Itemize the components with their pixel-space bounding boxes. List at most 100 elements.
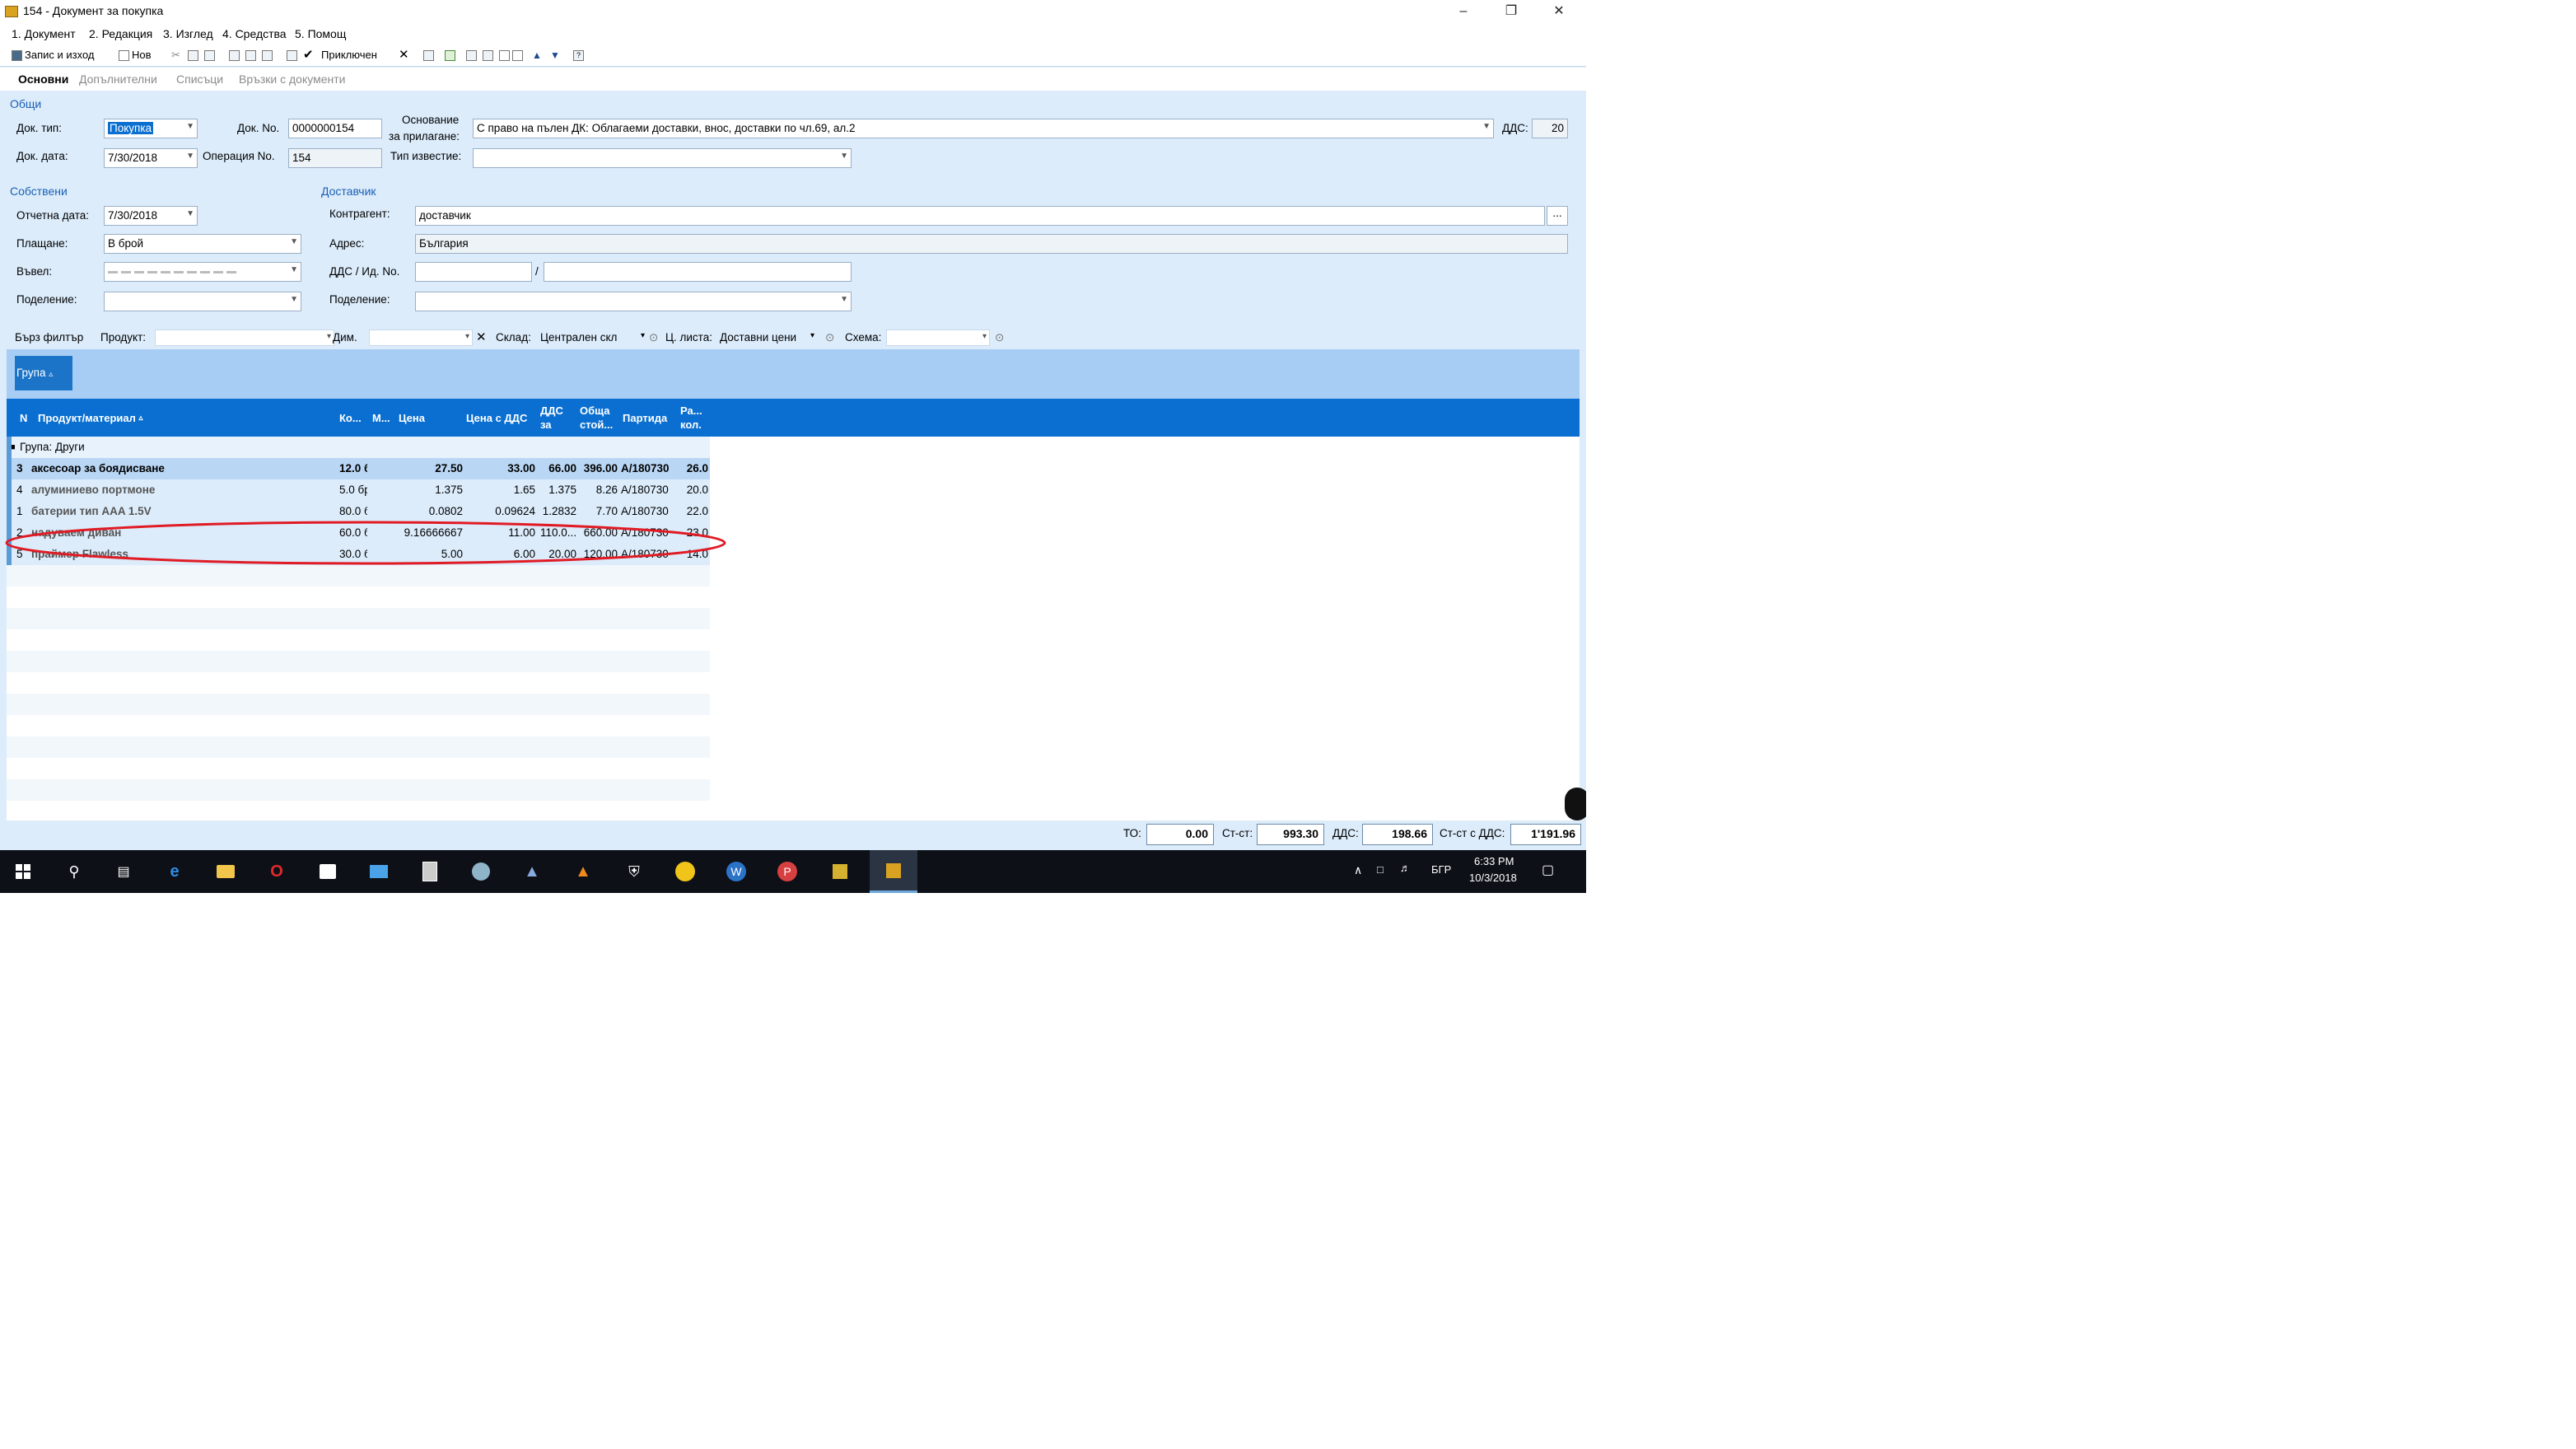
- page2-icon[interactable]: [512, 50, 523, 61]
- col-remaining[interactable]: Ра... кол.: [680, 399, 708, 437]
- pin-icon[interactable]: ⊙: [995, 331, 1004, 344]
- report-date-field[interactable]: 7/30/2018 ▼: [104, 206, 198, 226]
- overlay-button[interactable]: [1565, 788, 1586, 820]
- address-field[interactable]: България: [415, 234, 1568, 254]
- pin-icon[interactable]: ⊙: [825, 331, 834, 344]
- entered-by-select[interactable]: ▼: [104, 262, 301, 282]
- print-icon[interactable]: [229, 50, 240, 61]
- calculator-icon[interactable]: [417, 858, 443, 885]
- col-n[interactable]: N: [20, 399, 35, 437]
- save-exit-button[interactable]: Запис и изход: [25, 49, 94, 61]
- p-app-icon[interactable]: P: [774, 858, 800, 885]
- price-list-value[interactable]: Доставни цени: [720, 331, 796, 344]
- new-button[interactable]: Нов: [132, 49, 152, 61]
- yellow-app-icon[interactable]: [672, 858, 698, 885]
- windows-start-icon[interactable]: [10, 858, 36, 885]
- completed-button[interactable]: Приключен: [321, 49, 377, 61]
- clock-time[interactable]: 6:33 PM: [1474, 855, 1514, 867]
- link-icon[interactable]: [466, 50, 477, 61]
- menu-tools[interactable]: 4. Средства: [222, 27, 287, 40]
- store-icon[interactable]: [315, 858, 341, 885]
- doc-icon[interactable]: [483, 50, 493, 61]
- excel-icon[interactable]: [445, 50, 455, 61]
- print-preview-icon[interactable]: [245, 50, 256, 61]
- row-price: 1.375: [435, 484, 463, 496]
- delete-icon[interactable]: ✕: [399, 47, 409, 62]
- menu-document[interactable]: 1. Документ: [12, 27, 76, 40]
- flask-icon[interactable]: ▲: [519, 858, 545, 885]
- scheme-input[interactable]: ▾: [886, 330, 990, 346]
- col-vat[interactable]: ДДС за: [540, 399, 573, 437]
- tab-lists[interactable]: Списъци: [176, 72, 223, 86]
- active-app-icon[interactable]: [870, 850, 917, 893]
- vlc-icon[interactable]: ▲: [570, 858, 596, 885]
- table-row[interactable]: 3 аксесоар за боядисване 12.0 бр 27.50 33.00…: [7, 458, 710, 479]
- file-explorer-icon[interactable]: [212, 858, 239, 885]
- payment-select[interactable]: В брой ▼: [104, 234, 301, 254]
- shield-icon[interactable]: ⛨: [621, 858, 647, 885]
- down-arrow-icon[interactable]: ▼: [550, 49, 560, 61]
- notification-icon[interactable]: ▢: [1542, 862, 1554, 878]
- menu-edit[interactable]: 2. Редакция: [89, 27, 152, 40]
- pin-icon[interactable]: ⊙: [649, 331, 658, 344]
- doc-date-field[interactable]: 7/30/2018 ▼: [104, 148, 198, 168]
- opera-icon[interactable]: O: [264, 858, 290, 885]
- menu-view[interactable]: 3. Изглед: [163, 27, 213, 40]
- tab-main[interactable]: Основни: [18, 72, 68, 86]
- word-icon[interactable]: W: [723, 858, 749, 885]
- menu-help[interactable]: 5. Помощ: [295, 27, 346, 40]
- page-icon[interactable]: [499, 50, 510, 61]
- volume-icon[interactable]: ♬: [1400, 862, 1411, 874]
- col-qty[interactable]: Ко...: [339, 399, 364, 437]
- cut-icon[interactable]: ✂: [171, 49, 180, 62]
- id-no-field[interactable]: [544, 262, 852, 282]
- up-arrow-icon[interactable]: ▲: [532, 49, 542, 61]
- minimize-button[interactable]: –: [1440, 0, 1487, 23]
- tab-additional[interactable]: Допълнителни: [79, 72, 157, 86]
- tray-chevron-icon[interactable]: ∧: [1354, 863, 1362, 877]
- col-price-vat[interactable]: Цена с ДДС: [466, 399, 548, 437]
- vat-rate-field[interactable]: 20: [1532, 119, 1568, 138]
- task-view-icon[interactable]: ▤: [110, 858, 137, 885]
- group-row[interactable]: ■ Група: Други: [7, 437, 710, 458]
- edge-icon[interactable]: e: [161, 858, 188, 885]
- col-price[interactable]: Цена: [399, 399, 456, 437]
- notice-type-select[interactable]: ▼: [473, 148, 852, 168]
- doc-no-field[interactable]: 0000000154: [288, 119, 382, 138]
- col-unit[interactable]: М...: [372, 399, 397, 437]
- search-icon[interactable]: ⚲: [61, 858, 87, 885]
- vat-no-field[interactable]: [415, 262, 532, 282]
- warehouse-value[interactable]: Централен скл: [540, 331, 639, 344]
- col-total[interactable]: Обща стой...: [580, 399, 619, 437]
- paste-icon[interactable]: [204, 50, 215, 61]
- calendar-icon[interactable]: [423, 50, 434, 61]
- clock-date[interactable]: 10/3/2018: [1469, 872, 1517, 884]
- own-division-select[interactable]: ▼: [104, 292, 301, 311]
- close-button[interactable]: ✕: [1535, 0, 1583, 23]
- product-filter-input[interactable]: ▾: [155, 330, 334, 346]
- clear-filter-icon[interactable]: ✕: [476, 330, 487, 344]
- vat-total-label: ДДС:: [1332, 827, 1359, 839]
- network-icon[interactable]: □: [1377, 863, 1384, 876]
- op-no-field[interactable]: 154: [288, 148, 382, 168]
- maximize-button[interactable]: ❐: [1487, 0, 1535, 23]
- export-icon[interactable]: [262, 50, 273, 61]
- supplier-division-select[interactable]: ▼: [415, 292, 852, 311]
- col-product[interactable]: Продукт/материал ▵: [38, 399, 170, 437]
- partner-field[interactable]: доставчик: [415, 206, 1545, 226]
- doc-type-select[interactable]: Покупка ▼: [104, 119, 198, 138]
- group-button[interactable]: Група ▵: [15, 356, 72, 390]
- tab-document-links[interactable]: Връзки с документи: [239, 72, 345, 86]
- col-batch[interactable]: Партида: [623, 399, 680, 437]
- app-icon-2[interactable]: [827, 858, 853, 885]
- table-row[interactable]: 4 алуминиево портмоне 5.0 бр 1.375 1.65 1.375…: [7, 479, 710, 501]
- dim-filter-input[interactable]: ▾: [369, 330, 473, 346]
- remote-desktop-icon[interactable]: [366, 858, 392, 885]
- help-icon[interactable]: ?: [573, 50, 584, 61]
- browser-icon[interactable]: [468, 858, 494, 885]
- copy-icon[interactable]: [188, 50, 198, 61]
- basis-select[interactable]: С право на пълен ДК: Облагаеми доставки,…: [473, 119, 1494, 138]
- partner-browse-button[interactable]: ...: [1547, 206, 1568, 226]
- language-indicator[interactable]: БГР: [1431, 863, 1451, 876]
- edit-icon[interactable]: [287, 50, 297, 61]
